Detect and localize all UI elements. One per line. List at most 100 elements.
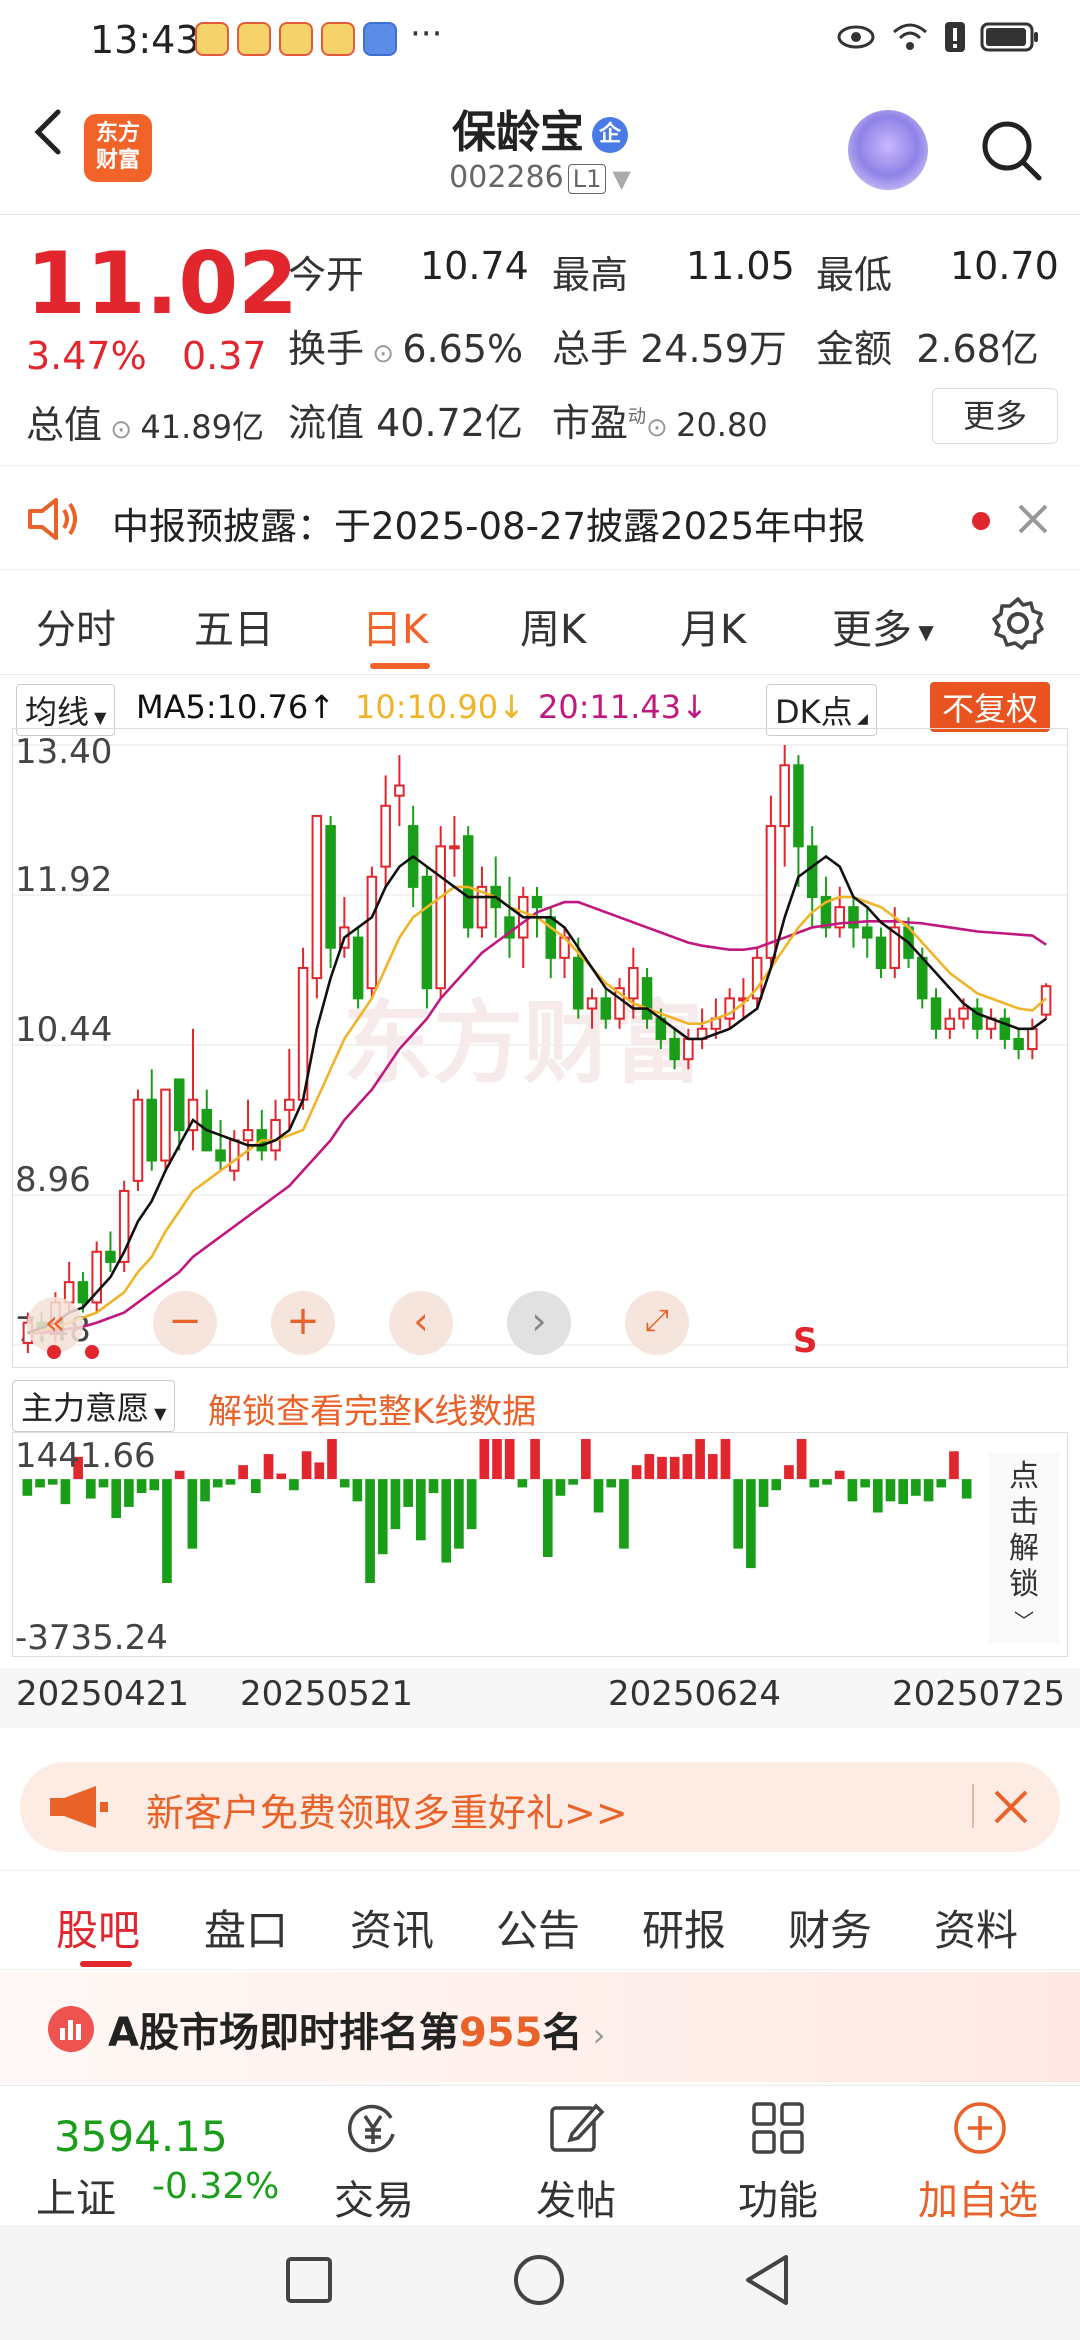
bottom-navigation: 3594.15 上证 -0.32% 交易 发帖 功能 加自选	[0, 2085, 1080, 2225]
close-icon[interactable]	[992, 1788, 1030, 1826]
divider	[972, 1784, 974, 1828]
candle-body	[394, 784, 405, 797]
main-force-bar	[479, 1439, 490, 1480]
main-force-chart[interactable]: 1441.66 -3735.24 点击解锁 ﹀	[12, 1432, 1068, 1658]
main-force-bar	[644, 1454, 655, 1480]
index-value[interactable]: 3594.15	[54, 2112, 228, 2161]
turnover-label: 换手	[288, 327, 365, 371]
pe-value: 20.80	[676, 406, 768, 444]
alert-icon	[945, 22, 965, 52]
main-force-bar	[606, 1479, 617, 1488]
tab-more[interactable]: 更多 ▼	[832, 597, 934, 655]
post-edit-icon[interactable]	[546, 2098, 606, 2158]
candle-body	[683, 1037, 694, 1061]
zoom-out-button[interactable]: −	[153, 1291, 217, 1355]
info-icon[interactable]: ⊙	[646, 413, 676, 443]
add-watchlist-label[interactable]: 加自选	[918, 2168, 1038, 2226]
indicator-select[interactable]: 主力意愿 ▼	[12, 1380, 176, 1432]
main-force-bar	[961, 1479, 972, 1499]
scroll-right-button[interactable]: ›	[507, 1291, 571, 1355]
trade-yen-icon[interactable]	[343, 2098, 403, 2158]
tab-monthly-k[interactable]: 月K	[680, 597, 746, 655]
no-adjust-button[interactable]: 不复权	[930, 682, 1051, 732]
weibo-notification-icon	[279, 22, 313, 56]
market-rank-bar[interactable]: A股市场即时排名第955名 ›	[0, 1972, 1080, 2082]
unlock-side-button[interactable]: 点击解锁 ﹀	[989, 1453, 1059, 1643]
main-force-bar	[542, 1479, 553, 1557]
add-circle-icon[interactable]	[950, 2098, 1010, 2158]
info-icon[interactable]: ⊙	[364, 339, 402, 369]
volume-label: 总手	[552, 327, 629, 371]
status-bar: 13:43 ···	[0, 0, 1080, 80]
tab-intraday[interactable]: 分时	[36, 597, 116, 655]
ma20-legend: 20:11.43↓	[538, 688, 708, 726]
tab-research[interactable]: 研报	[642, 1897, 726, 1958]
main-force-bar	[746, 1479, 756, 1569]
zoom-in-button[interactable]: +	[271, 1291, 335, 1355]
gear-icon[interactable]	[990, 595, 1046, 651]
main-force-bar	[301, 1451, 312, 1480]
main-force-bar	[111, 1479, 122, 1519]
main-force-bar	[784, 1465, 794, 1480]
main-force-bar	[22, 1479, 33, 1496]
main-force-bar	[377, 1479, 388, 1555]
main-force-bar	[809, 1479, 820, 1488]
battery-icon	[980, 22, 1038, 52]
signal-dot	[85, 1345, 99, 1359]
back-triangle-icon[interactable]	[742, 2253, 792, 2307]
scroll-left-button[interactable]: ‹	[389, 1291, 453, 1355]
promo-banner[interactable]: 新客户免费领取多重好礼>>	[20, 1762, 1060, 1852]
fullscreen-icon[interactable]: ⤢	[625, 1291, 689, 1355]
functions-label[interactable]: 功能	[738, 2168, 818, 2226]
tab-pankou[interactable]: 盘口	[204, 1897, 288, 1958]
candle-body	[861, 926, 873, 939]
close-icon[interactable]	[1016, 502, 1050, 536]
search-icon[interactable]	[975, 114, 1047, 186]
app-notification-icon	[363, 22, 397, 56]
main-force-bar	[466, 1479, 477, 1530]
home-icon[interactable]	[512, 2253, 566, 2307]
info-icon[interactable]: ⊙	[102, 415, 140, 445]
main-force-bar	[682, 1454, 693, 1480]
pe-dynamic-sup: 动	[628, 406, 647, 428]
tab-news[interactable]: 资讯	[350, 1897, 434, 1958]
index-change[interactable]: -0.32%	[152, 2166, 279, 2207]
more-button[interactable]: 更多	[932, 388, 1058, 444]
candle-body	[628, 966, 639, 1000]
chart-toolbar: 均线 ▼ MA5:10.76↑ 10:10.90↓ 20:11.43↓ DK点 …	[0, 680, 1080, 736]
weibo-notification-icon	[237, 22, 271, 56]
trade-label[interactable]: 交易	[334, 2168, 414, 2226]
recent-apps-icon[interactable]	[284, 2255, 334, 2305]
notice-bar[interactable]: 中报预披露：于2025-08-27披露2025年中报	[0, 465, 1080, 570]
ma-select-label: 均线	[25, 693, 90, 731]
main-force-bar	[276, 1473, 287, 1480]
unlock-kline-link[interactable]: 解锁查看完整K线数据	[208, 1384, 536, 1433]
tab-finance[interactable]: 财务	[788, 1897, 872, 1958]
tab-guba[interactable]: 股吧	[56, 1897, 140, 1958]
tab-daily-k[interactable]: 日K	[362, 597, 428, 655]
main-force-bar	[530, 1439, 540, 1480]
candle-body	[779, 764, 790, 828]
indicator-bar: 主力意愿 ▼ 解锁查看完整K线数据	[0, 1378, 1080, 1432]
kline-chart[interactable]: 东方财富 13.4011.9210.448.967.48 − + ‹ › ⤢ «…	[12, 728, 1069, 1368]
candle-body	[173, 1078, 185, 1132]
assistant-robot-avatar[interactable]	[848, 110, 928, 190]
candle-body	[132, 1098, 144, 1182]
tab-weekly-k[interactable]: 周K	[520, 597, 586, 655]
main-force-bar	[428, 1479, 439, 1494]
active-tab-indicator	[370, 663, 430, 669]
tab-announcements[interactable]: 公告	[496, 1897, 580, 1958]
main-force-bar	[441, 1479, 452, 1563]
index-name[interactable]: 上证	[36, 2166, 116, 2224]
date-label: 20250421	[16, 1674, 190, 1714]
main-force-bar	[631, 1465, 642, 1480]
tab-five-day[interactable]: 五日	[194, 597, 274, 655]
main-force-bar	[124, 1479, 134, 1507]
candle-body	[1027, 1027, 1038, 1051]
candle-body	[77, 1281, 89, 1304]
post-label[interactable]: 发帖	[536, 2168, 616, 2226]
main-force-bar	[98, 1479, 109, 1488]
main-force-bar	[327, 1439, 337, 1480]
tab-profile[interactable]: 资料	[934, 1897, 1018, 1958]
functions-grid-icon[interactable]	[748, 2098, 808, 2158]
